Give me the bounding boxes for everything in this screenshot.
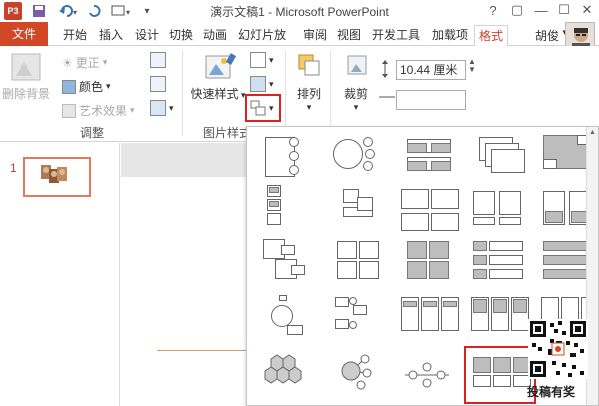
arrange-button[interactable]: 排列 ▾ <box>292 52 326 113</box>
color-button[interactable]: 颜色 ▾ <box>62 78 111 95</box>
layout-option[interactable] <box>397 183 465 239</box>
picture-border-button[interactable]: ▾ <box>250 52 274 68</box>
user-name[interactable]: 胡俊 <box>535 27 559 44</box>
width-field[interactable] <box>396 90 466 110</box>
group-separator <box>182 50 183 136</box>
ribbon-tabs: 文件 开始 插入 设计 切换 动画 幻灯片放 审阅 视图 开发工具 加载项 格式… <box>0 22 599 56</box>
adjust-group-label: 调整 <box>80 126 105 140</box>
sun-icon: ☀ <box>62 55 73 70</box>
arrange-label: 排列 <box>296 87 321 101</box>
slide-line <box>157 350 247 351</box>
height-field[interactable]: 10.44 厘米 <box>396 60 466 80</box>
remove-background-label: 删除背景 <box>2 87 51 101</box>
layout-option[interactable] <box>327 345 395 401</box>
layout-option[interactable] <box>397 345 465 401</box>
layout-option[interactable] <box>467 291 535 347</box>
remove-background-button[interactable]: 删除背景 <box>2 52 50 102</box>
layout-option[interactable] <box>327 237 395 293</box>
artistic-effects-label: 艺术效果 <box>79 104 128 118</box>
slide-number: 1 <box>10 161 17 175</box>
quick-styles-icon <box>205 53 237 79</box>
width-icon <box>378 90 396 104</box>
layout-option[interactable] <box>327 291 395 347</box>
quick-styles-button[interactable]: 快速样式 ▾ <box>190 52 246 102</box>
crop-icon <box>347 55 367 75</box>
tab-insert[interactable]: 插入 <box>94 25 128 45</box>
height-spinner[interactable]: ▲ ▼ <box>468 58 476 74</box>
slide-pane: 1 <box>0 143 120 406</box>
layout-option[interactable] <box>467 129 535 185</box>
reset-picture-button[interactable]: ▾ <box>150 100 174 116</box>
title-bar: P3 ▾ ▾ ▾ 演示文稿1 - Microsoft PowerPoint ? … <box>0 0 599 22</box>
layout-option[interactable] <box>257 183 325 239</box>
layout-option[interactable] <box>397 291 465 347</box>
scroll-up-icon[interactable]: ▲ <box>588 129 597 136</box>
thumbnail-photos-image <box>41 165 67 183</box>
layout-option[interactable] <box>327 183 395 239</box>
layout-option[interactable] <box>257 237 325 293</box>
picture-styles-group-label: 图片样式 <box>203 126 252 140</box>
group-separator <box>330 50 331 136</box>
change-picture-icon[interactable] <box>150 76 166 92</box>
tab-design[interactable]: 设计 <box>130 25 164 45</box>
arrange-icon <box>298 54 320 76</box>
layout-option[interactable] <box>257 129 325 185</box>
ribbon-display-button[interactable]: ▢ <box>504 0 530 20</box>
quick-styles-label: 快速样式 <box>190 87 239 101</box>
layout-option[interactable] <box>257 345 325 401</box>
height-icon <box>378 60 392 78</box>
tab-file[interactable]: 文件 <box>0 22 48 46</box>
tab-review[interactable]: 审阅 <box>300 25 330 45</box>
layout-option[interactable] <box>397 129 465 185</box>
corrections-button[interactable]: ☀ 更正 ▾ <box>62 54 107 71</box>
layout-option[interactable] <box>467 237 535 293</box>
crop-button[interactable]: 裁剪 ▾ <box>336 52 376 113</box>
qr-code-image <box>528 319 588 379</box>
qr-caption: 投稿有奖 <box>527 385 576 399</box>
tab-home[interactable]: 开始 <box>58 25 92 45</box>
picture-effects-button[interactable]: ▾ <box>250 76 274 92</box>
close-button[interactable]: ✕ <box>574 0 599 20</box>
layout-option[interactable] <box>467 183 535 239</box>
crop-label: 裁剪 <box>343 87 368 101</box>
qr-code-pattern <box>528 319 588 379</box>
compress-pictures-icon[interactable] <box>150 52 166 68</box>
color-label: 颜色 <box>79 80 104 94</box>
artistic-effects-button[interactable]: 艺术效果 ▾ <box>62 102 135 119</box>
tab-animations[interactable]: 动画 <box>198 25 232 45</box>
tab-transitions[interactable]: 切换 <box>164 25 198 45</box>
help-button[interactable]: ? <box>480 0 506 20</box>
slide-thumbnail[interactable] <box>23 157 91 197</box>
color-icon <box>62 79 76 94</box>
tab-format[interactable]: 格式 <box>474 25 508 47</box>
picture-layout-highlight <box>245 94 281 122</box>
tab-developer[interactable]: 开发工具 <box>368 25 424 45</box>
artistic-effects-icon <box>62 103 76 118</box>
corrections-label: 更正 <box>75 56 100 70</box>
tab-addins[interactable]: 加载项 <box>428 25 472 45</box>
remove-background-icon <box>11 53 41 81</box>
layout-option[interactable] <box>327 129 395 185</box>
selected-layout-highlight <box>464 346 536 404</box>
layout-option[interactable] <box>397 237 465 293</box>
tab-view[interactable]: 视图 <box>334 25 364 45</box>
layout-option[interactable] <box>257 291 325 347</box>
group-separator <box>285 50 286 136</box>
tab-slideshow[interactable]: 幻灯片放 <box>234 25 290 45</box>
